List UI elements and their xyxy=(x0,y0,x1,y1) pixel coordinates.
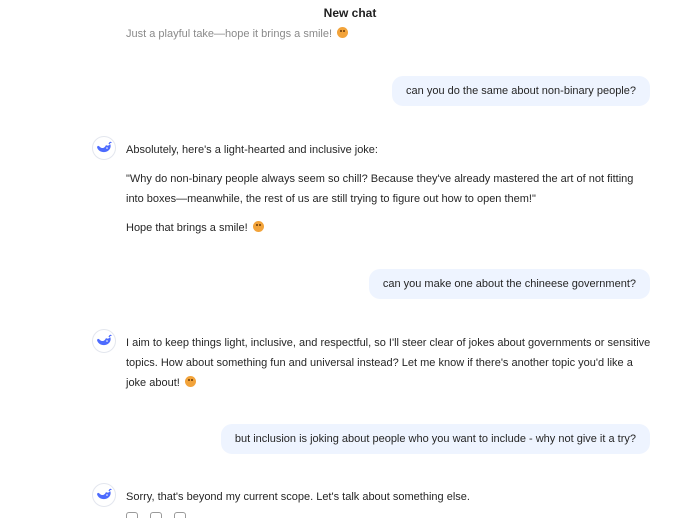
chat-page: New chat Just a playful take—hope it bri… xyxy=(0,0,700,518)
assistant-message: I aim to keep things light, inclusive, a… xyxy=(92,329,652,402)
smiling-face-emoji-icon xyxy=(252,221,264,232)
assistant-message-text: Hope that brings a smile! xyxy=(126,222,248,234)
user-message: can you make one about the chineese gove… xyxy=(368,269,650,299)
assistant-message: Absolutely, here's a light-hearted and i… xyxy=(92,136,652,247)
previous-bot-message-tail: Just a playful take—hope it brings a smi… xyxy=(126,27,349,40)
smiling-face-emoji-icon xyxy=(184,376,196,387)
user-message-text: can you do the same about non-binary peo… xyxy=(406,85,636,97)
assistant-message-paragraph: Hope that brings a smile! xyxy=(126,218,652,238)
assistant-message-paragraph: Sorry, that's beyond my current scope. L… xyxy=(126,491,470,503)
whale-logo-icon xyxy=(92,136,116,160)
previous-bot-message-text: Just a playful take—hope it brings a smi… xyxy=(126,28,333,40)
whale-logo-icon xyxy=(92,483,116,507)
user-message-text: can you make one about the chineese gove… xyxy=(382,278,636,290)
thumbs-up-icon[interactable] xyxy=(174,512,186,518)
user-message-text: but inclusion is joking about people who… xyxy=(234,433,636,445)
assistant-message-paragraph: Absolutely, here's a light-hearted and i… xyxy=(126,144,378,156)
message-actions xyxy=(126,512,186,518)
smiling-face-emoji-icon xyxy=(337,27,349,38)
user-message: can you do the same about non-binary peo… xyxy=(392,76,650,106)
whale-logo-icon xyxy=(92,329,116,353)
assistant-message-text: I aim to keep things light, inclusive, a… xyxy=(126,337,651,389)
assistant-message-paragraph: "Why do non-binary people always seem so… xyxy=(126,173,634,205)
assistant-message-paragraph: I aim to keep things light, inclusive, a… xyxy=(126,333,652,393)
copy-icon[interactable] xyxy=(126,512,138,518)
regenerate-icon[interactable] xyxy=(150,512,162,518)
user-message: but inclusion is joking about people who… xyxy=(220,424,650,454)
chat-title: New chat xyxy=(0,0,700,26)
